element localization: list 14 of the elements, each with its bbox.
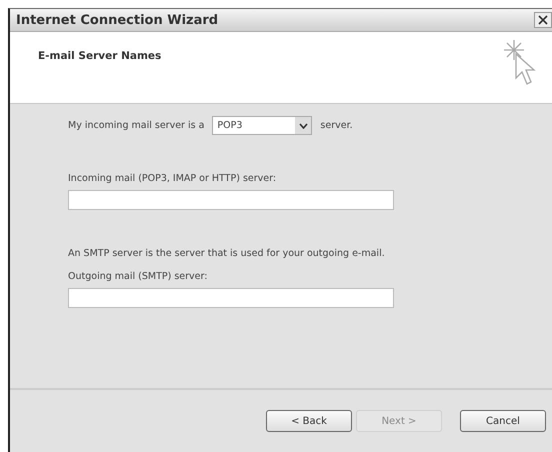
server-type-dropdown[interactable]: POP3 <box>212 116 312 135</box>
smtp-explanation: An SMTP server is the server that is used for your outgoing e-mail. <box>68 248 385 259</box>
server-type-label: My incoming mail server is a <box>68 120 204 131</box>
close-icon <box>538 15 548 25</box>
incoming-server-field[interactable] <box>68 190 394 210</box>
outgoing-server-field[interactable] <box>68 288 394 308</box>
page-heading: E-mail Server Names <box>38 50 162 62</box>
wizard-button[interactable]: Cancel <box>460 410 546 432</box>
incoming-server-label: Incoming mail (POP3, IMAP or HTTP) server: <box>68 173 276 184</box>
window-title: Internet Connection Wizard <box>16 12 218 28</box>
wizard-button[interactable]: < Back <box>266 410 352 432</box>
close-button[interactable] <box>534 12 552 28</box>
outgoing-server-label: Outgoing mail (SMTP) server: <box>68 271 208 282</box>
server-suffix-label: server. <box>320 120 353 131</box>
